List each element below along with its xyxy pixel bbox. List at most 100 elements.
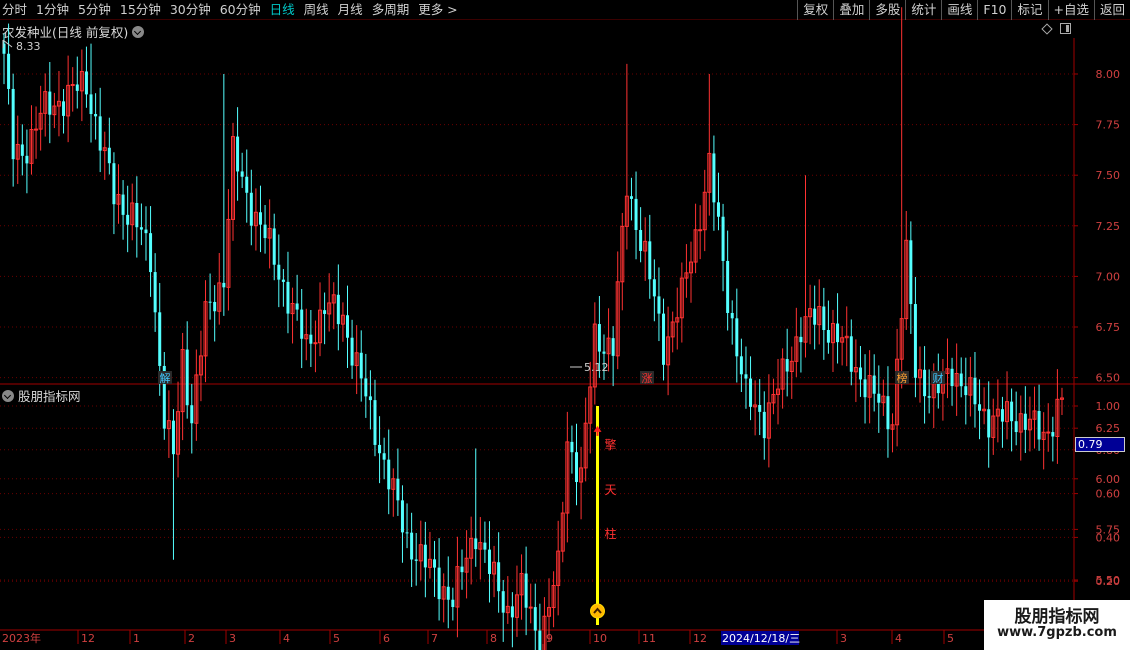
candle-body: [533, 607, 537, 631]
watermark-logo: 股朋指标网 www.7gpzb.com: [984, 600, 1130, 650]
candle-body: [524, 573, 528, 608]
candle-body: [139, 227, 143, 230]
candle-body: [886, 396, 890, 430]
candle-body: [20, 144, 24, 156]
candle-body: [629, 196, 633, 199]
candle-body: [913, 304, 917, 378]
candle-body: [414, 559, 418, 561]
candle-body: [75, 84, 79, 91]
candle-body: [973, 377, 977, 405]
date-axis-label: 12: [81, 632, 95, 645]
candle-body: [730, 312, 734, 319]
candle-body: [863, 379, 867, 398]
candle-body: [149, 233, 153, 273]
candle-body: [487, 549, 491, 574]
candle-body: [286, 281, 290, 314]
candle-body: [698, 229, 703, 232]
candle-body: [240, 171, 244, 177]
candle-body: [387, 459, 391, 490]
candle-body: [153, 272, 157, 313]
indicator-tick-label: 0.20: [1096, 575, 1121, 588]
candle-body: [135, 202, 139, 228]
date-axis-label: 5: [947, 632, 954, 645]
candle-body: [7, 53, 11, 89]
candle-body: [1051, 432, 1055, 437]
candle-body: [158, 312, 162, 366]
candle-body: [281, 279, 285, 282]
candle-body: [813, 308, 817, 325]
signal-label: 天: [604, 483, 616, 497]
candle-body: [849, 336, 853, 372]
candle-body: [272, 228, 276, 265]
candle-body: [437, 567, 441, 600]
candle-body: [758, 404, 762, 412]
candle-body: [662, 313, 666, 365]
candle-body: [927, 396, 931, 398]
candle-body: [762, 411, 766, 439]
signal-label: 擎: [604, 437, 616, 452]
date-axis-label: 12: [693, 632, 707, 645]
date-axis-label: 3: [229, 632, 236, 645]
date-axis-label: 2024/12/18/三: [722, 632, 800, 645]
price-tick-label: 6.00: [1096, 473, 1121, 486]
candle-body: [249, 192, 253, 226]
event-marker: 涨: [642, 372, 653, 385]
candle-body: [144, 229, 148, 234]
date-axis-label: 5: [333, 632, 340, 645]
candle-body: [1023, 413, 1027, 430]
candle-body: [648, 241, 652, 280]
candle-body: [950, 368, 954, 387]
indicator-tick-label: 0.60: [1096, 488, 1121, 501]
price-tick-label: 7.75: [1096, 119, 1121, 132]
candle-body: [822, 306, 826, 331]
candle-body: [25, 155, 29, 164]
price-tick-label: 6.25: [1096, 422, 1121, 435]
indicator-tick-label: 1.00: [1096, 400, 1121, 413]
candle-body: [611, 338, 615, 356]
candle-body: [1014, 421, 1018, 433]
candle-body: [1010, 401, 1014, 422]
candle-body: [433, 559, 437, 568]
candle-body: [48, 91, 52, 115]
indicator-title: 股朋指标网: [2, 386, 81, 405]
signal-label: 柱: [604, 526, 616, 541]
event-marker: 榜: [897, 371, 908, 385]
candle-body: [923, 369, 927, 397]
candle-body: [126, 214, 130, 225]
candle-body: [309, 334, 313, 344]
date-axis-label: 4: [283, 632, 290, 645]
candle-body: [501, 591, 505, 613]
watermark-url: www.7gpzb.com: [997, 625, 1117, 640]
event-marker: 财: [933, 371, 944, 385]
date-axis-label: 11: [642, 632, 656, 645]
candle-body: [396, 478, 400, 501]
candle-body: [987, 409, 991, 438]
candle-body: [735, 318, 739, 357]
candle-body: [185, 349, 189, 406]
candle-body: [497, 562, 501, 592]
candle-body: [295, 303, 299, 310]
indicator-tick-label: 0.40: [1096, 531, 1121, 544]
candle-body: [474, 538, 478, 550]
candle-body: [1037, 410, 1041, 440]
candle-body: [300, 309, 304, 339]
candle-body: [909, 240, 913, 305]
candle-body: [836, 323, 840, 343]
candle-body: [236, 136, 240, 172]
candle-body: [70, 84, 75, 87]
candle-body: [346, 315, 349, 338]
candle-body: [964, 386, 968, 396]
chevron-down-icon[interactable]: [2, 389, 14, 402]
candle-body: [368, 396, 372, 401]
candle-body: [400, 500, 404, 533]
candle-body: [382, 453, 386, 460]
signal-circle-icon: [590, 603, 605, 619]
date-axis-label: 8: [490, 632, 497, 645]
date-axis-label: 4: [895, 632, 902, 645]
candle-body: [739, 356, 743, 375]
price-chart[interactable]: 5.505.756.006.256.506.757.007.257.507.75…: [0, 0, 1130, 650]
candle-body: [570, 441, 574, 453]
candle-body: [258, 212, 262, 225]
date-axis-label: 7: [431, 632, 438, 645]
candle-body: [62, 101, 66, 116]
